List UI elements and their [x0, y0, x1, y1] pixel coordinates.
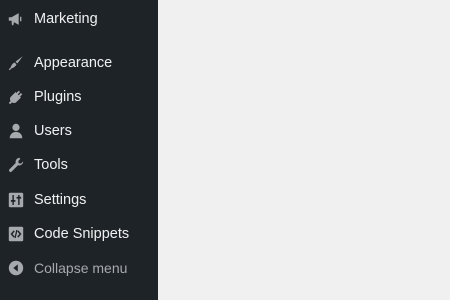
- sidebar-item-label: Marketing: [34, 11, 98, 27]
- main-content-area: [158, 0, 450, 300]
- sidebar-item-settings[interactable]: Settings: [0, 185, 158, 215]
- sidebar-item-label: Settings: [34, 192, 87, 208]
- sidebar-item-label: Users: [34, 123, 72, 139]
- sidebar-item-label: Code Snippets: [34, 226, 130, 242]
- paintbrush-icon: [7, 54, 25, 72]
- plug-icon: [7, 88, 25, 106]
- admin-sidebar: Marketing Appearance Plugins Users Tools…: [0, 0, 158, 300]
- sidebar-item-label: Tools: [34, 157, 68, 173]
- collapse-menu-button[interactable]: Collapse menu: [0, 253, 158, 283]
- sidebar-item-label: Appearance: [34, 55, 113, 71]
- wrench-icon: [7, 156, 25, 174]
- user-icon: [7, 122, 25, 140]
- megaphone-icon: [7, 10, 25, 28]
- collapse-arrow-icon: [7, 259, 25, 277]
- sidebar-item-tools[interactable]: Tools: [0, 150, 158, 180]
- sidebar-item-label: Plugins: [34, 89, 82, 105]
- sliders-icon: [7, 191, 25, 209]
- sidebar-item-plugins[interactable]: Plugins: [0, 82, 158, 112]
- collapse-menu-label: Collapse menu: [34, 260, 128, 276]
- sidebar-item-appearance[interactable]: Appearance: [0, 48, 158, 78]
- code-icon: [7, 225, 25, 243]
- sidebar-item-users[interactable]: Users: [0, 116, 158, 146]
- sidebar-item-marketing[interactable]: Marketing: [0, 4, 158, 34]
- sidebar-item-code-snippets[interactable]: Code Snippets: [0, 219, 158, 249]
